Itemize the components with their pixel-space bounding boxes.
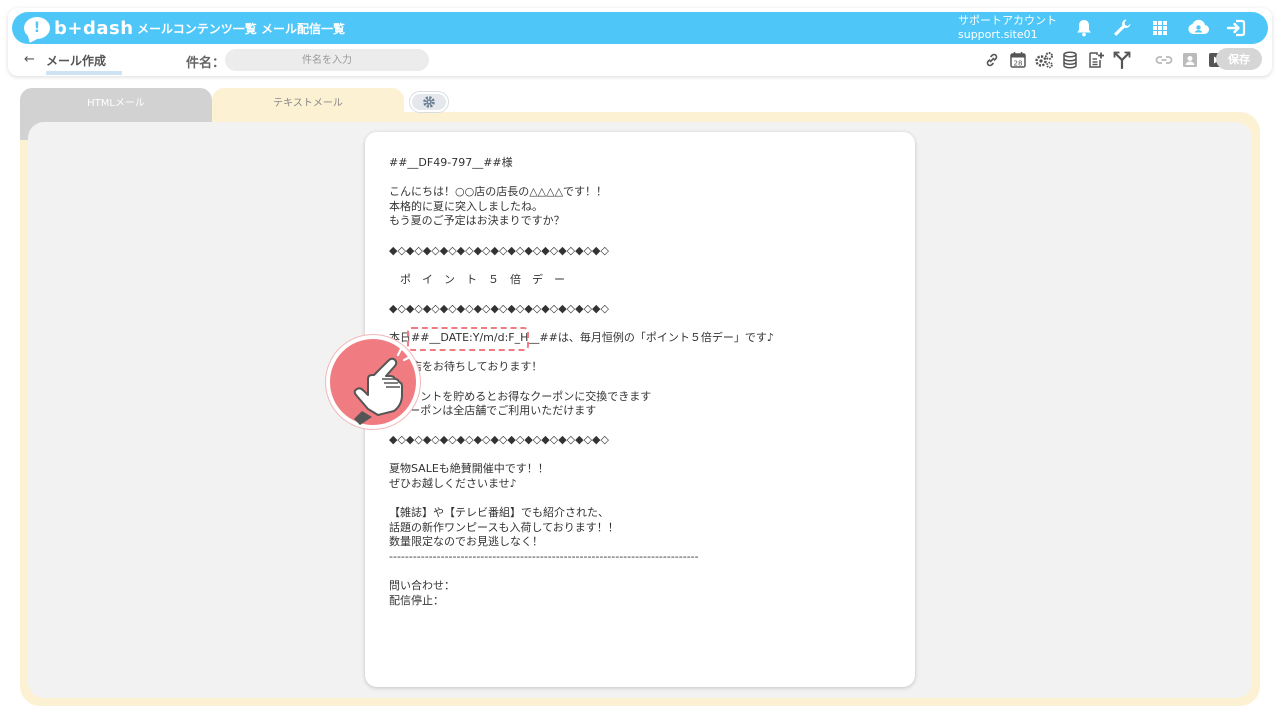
back-arrow-icon[interactable]: ← — [24, 52, 35, 67]
mail-line — [389, 448, 889, 463]
mail-line: ----------------------------------------… — [389, 550, 699, 564]
account-info[interactable]: サポートアカウント support.site01 — [958, 14, 1057, 42]
mail-body-textarea[interactable]: ##__DF49-797__##様こんにちは！○○店の店長の△△△△です！！ 本格… — [389, 156, 889, 608]
calendar-icon[interactable]: 28 — [1008, 50, 1028, 70]
mail-line: ◆◇◆◇◆◇◆◇◆◇◆◇◆◇◆◇◆◇◆◇◆◇◆◇◆◇ — [389, 301, 609, 315]
text-mail-paper[interactable]: ##__DF49-797__##様こんにちは！○○店の店長の△△△△です！！ 本格… — [365, 132, 915, 687]
logo-text: b+dash — [54, 17, 134, 39]
mail-line — [389, 565, 889, 580]
mail-line — [389, 258, 889, 273]
subject-label: 件名： — [186, 56, 226, 71]
mail-line — [389, 419, 889, 434]
database-icon[interactable] — [1060, 50, 1080, 70]
mail-line: ご来店をお待ちしております！ — [389, 360, 543, 374]
add-doc-icon[interactable] — [1086, 50, 1106, 70]
calendar-day-number: 28 — [1014, 59, 1023, 67]
mail-line — [389, 287, 889, 302]
nav-mail-contents[interactable]: メールコンテンツ一覧 — [137, 20, 257, 37]
mail-line: ぜひお越しくださいませ♪ — [389, 477, 517, 491]
mail-line: こんにちは！○○店の店長の△△△△です！！ — [389, 185, 608, 199]
account-name: サポートアカウント — [958, 14, 1057, 27]
mail-line: 数量限定なのでお見逃しなく！ — [389, 535, 543, 549]
link-icon[interactable] — [982, 50, 1002, 70]
mail-line — [389, 492, 889, 507]
highlight-date-tag — [407, 327, 529, 351]
user-card-icon[interactable] — [1180, 50, 1200, 70]
grid-icon[interactable] — [1148, 16, 1172, 40]
top-nav-bar: ! b+dash メールコンテンツ一覧 メール配信一覧 サポートアカウント su… — [12, 12, 1268, 44]
mail-line: ポ イ ン ト ５ 倍 デ ー — [389, 272, 565, 286]
bell-icon[interactable] — [1072, 16, 1096, 40]
mail-line: ##__DF49-797__##様 — [389, 156, 513, 169]
gears-icon[interactable] — [1034, 50, 1054, 70]
mail-line: ◆◇◆◇◆◇◆◇◆◇◆◇◆◇◆◇◆◇◆◇◆◇◆◇◆◇ — [389, 433, 609, 447]
mail-line: ※クーポンは全店舗でご利用いただけます — [389, 404, 597, 418]
cloud-user-icon[interactable] — [1186, 16, 1210, 40]
account-site: support.site01 — [958, 28, 1038, 41]
editor-toolbar: ← メール作成 件名： 28 保存 — [0, 44, 1280, 76]
nav-mail-deliveries[interactable]: メール配信一覧 — [261, 20, 345, 37]
mail-line: 【雑誌】や【テレビ番組】でも紹介された、 — [389, 506, 609, 520]
pointing-hand-icon — [326, 335, 420, 429]
mail-line: ◆◇◆◇◆◇◆◇◆◇◆◇◆◇◆◇◆◇◆◇◆◇◆◇◆◇ — [389, 243, 609, 257]
wrench-icon[interactable] — [1110, 16, 1134, 40]
mail-line: 問い合わせ： — [389, 579, 455, 593]
mail-line — [389, 375, 889, 390]
mail-line: 話題の新作ワンピースも入荷しております！！ — [389, 520, 619, 534]
gear-icon — [423, 96, 435, 108]
logo-bubble-icon: ! — [24, 17, 50, 39]
link-disabled-icon[interactable] — [1154, 50, 1174, 70]
mail-line: 本格的に夏に突入しましたね。 — [389, 199, 543, 213]
mail-line: 配信停止： — [389, 593, 444, 607]
mail-line — [389, 229, 889, 244]
app-logo[interactable]: ! b+dash — [24, 16, 134, 40]
save-button[interactable]: 保存 — [1216, 48, 1262, 70]
page-title: メール作成 — [46, 52, 122, 75]
branch-icon[interactable] — [1112, 50, 1132, 70]
mail-line: ※ポイントを貯めるとお得なクーポンに交換できます — [389, 389, 652, 403]
settings-tab[interactable] — [410, 92, 448, 112]
tab-text-mail[interactable]: テキストメール — [212, 88, 404, 114]
logout-icon[interactable] — [1224, 16, 1248, 40]
mail-line: もう夏のご予定はお決まりですか？ — [389, 214, 565, 228]
mail-line: 夏物SALEも絶賛開催中です！！ — [389, 462, 549, 476]
tab-html-mail[interactable]: HTMLメール — [20, 88, 212, 114]
mail-line — [389, 171, 889, 186]
subject-input[interactable] — [225, 49, 429, 71]
